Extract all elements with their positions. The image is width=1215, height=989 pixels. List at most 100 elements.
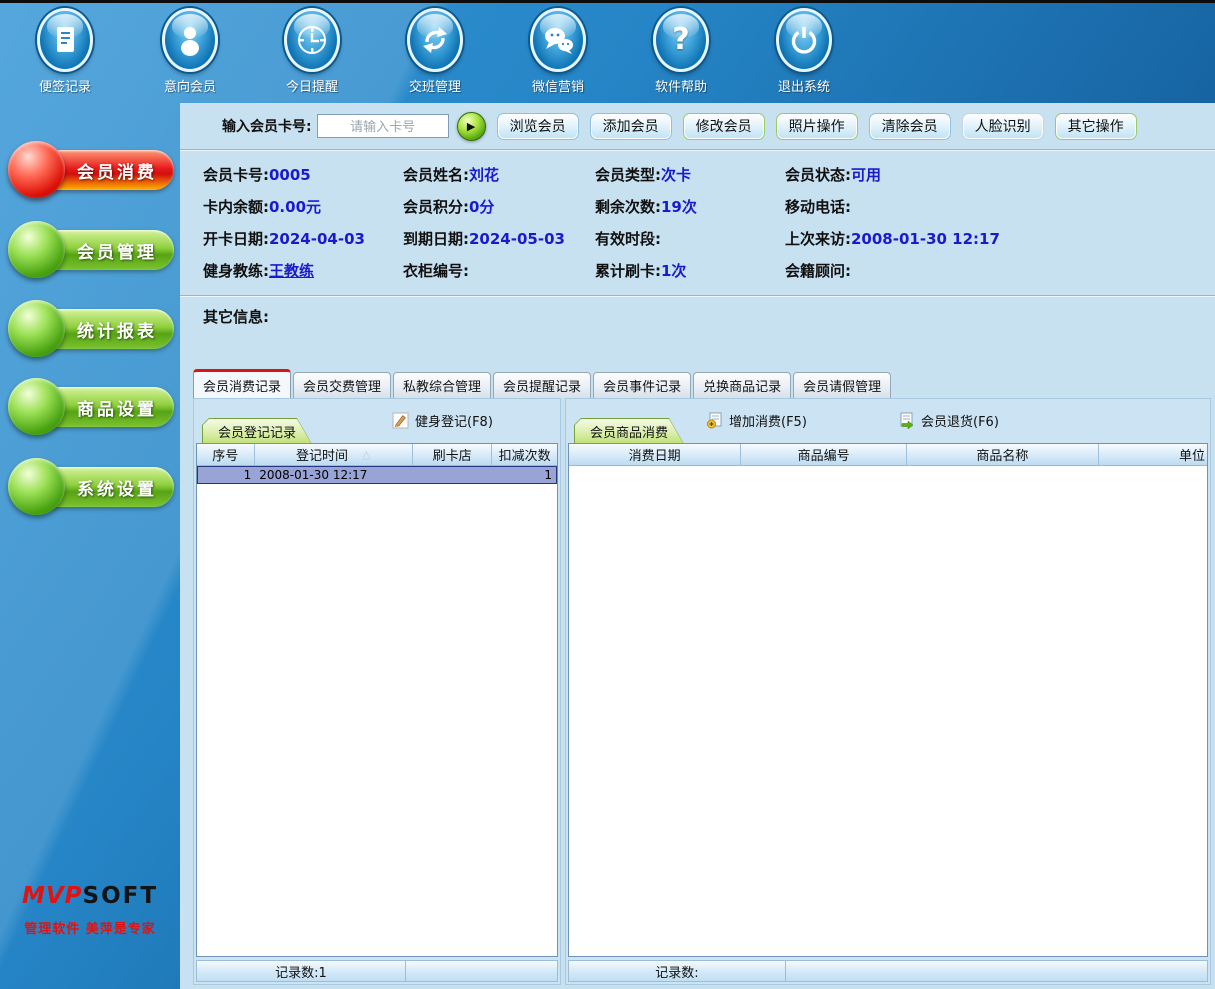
column-header-unit[interactable]: 单位 (1099, 444, 1207, 465)
column-header-deduct-times[interactable]: 扣减次数 (492, 444, 557, 465)
product-consume-tab[interactable]: 会员商品消费 (574, 418, 684, 444)
product-panel-header: 会员商品消费 增加消费(F5) 会员退货(F6) (566, 399, 1210, 443)
topbar-item-wechat-marketing[interactable]: 微信营销 (510, 8, 606, 95)
column-header-product-code[interactable]: 商品编号 (741, 444, 907, 465)
card-number-label: 输入会员卡号: (222, 116, 312, 136)
power-icon (776, 8, 832, 72)
sidebar-item-member-manage[interactable]: 会员管理 (8, 221, 174, 279)
product-status-bar: 记录数: (568, 960, 1208, 982)
sidebar-item-label: 会员消费 (77, 158, 157, 183)
topbar-item-label: 退出系统 (756, 76, 852, 95)
fitness-checkin-button[interactable]: 健身登记(F8) (392, 411, 493, 430)
info-field-membership-consultant: 会籍顾问: (785, 255, 1215, 287)
topbar-item-label: 软件帮助 (633, 76, 729, 95)
topbar-item-software-help[interactable]: ? 软件帮助 (633, 8, 729, 95)
member-info-grid: 会员卡号:0005 会员姓名:刘花 会员类型:次卡 会员状态:可用 卡内余额:0… (180, 159, 1215, 295)
red-ball-icon (8, 141, 65, 198)
add-consume-button[interactable]: 增加消费(F5) (706, 411, 807, 430)
product-consume-panel: 会员商品消费 增加消费(F5) 会员退货(F6) 消费日期 商品编号 (565, 398, 1211, 985)
topbar-item-label: 交班管理 (387, 76, 483, 95)
face-recognition-button[interactable]: 人脸识别 (962, 113, 1044, 140)
sidebar-item-label: 统计报表 (77, 317, 157, 342)
divider (180, 295, 1215, 296)
checkin-table: 序号 登记时间△ 刷卡店 扣减次数 1 2008-01-30 12:17 1 (196, 443, 558, 957)
topbar-item-shift-manage[interactable]: 交班管理 (387, 8, 483, 95)
card-number-input[interactable] (317, 114, 449, 138)
tab-reminder-records[interactable]: 会员提醒记录 (493, 372, 591, 398)
tab-exchange-records[interactable]: 兑换商品记录 (693, 372, 791, 398)
info-field-last-visit: 上次来访:2008-01-30 12:17 (785, 223, 1215, 255)
wechat-icon (530, 8, 586, 72)
topbar-item-exit-system[interactable]: 退出系统 (756, 8, 852, 95)
search-go-button[interactable]: ▶ (457, 112, 486, 141)
sidebar-item-label: 商品设置 (77, 395, 157, 420)
info-field-open-date: 开卡日期:2024-04-03 (203, 223, 403, 255)
sidebar-item-system-settings[interactable]: 系统设置 (8, 458, 174, 516)
column-header-consume-date[interactable]: 消费日期 (569, 444, 741, 465)
checkin-panel-header: 会员登记记录 健身登记(F8) (194, 399, 560, 443)
brand-logo-red: MVP (22, 883, 83, 909)
column-header-store[interactable]: 刷卡店 (413, 444, 492, 465)
column-header-checkin-time[interactable]: 登记时间△ (255, 444, 413, 465)
window-top-border (0, 0, 1215, 3)
topbar-item-label: 意向会员 (142, 76, 238, 95)
photo-ops-button[interactable]: 照片操作 (776, 113, 858, 140)
edit-member-button[interactable]: 修改会员 (683, 113, 765, 140)
add-document-icon (706, 412, 723, 429)
browse-member-button[interactable]: 浏览会员 (497, 113, 579, 140)
info-field-remaining-times: 剩余次数:19次 (595, 191, 785, 223)
info-field-locker-number: 衣柜编号: (403, 255, 595, 287)
column-header-product-name[interactable]: 商品名称 (907, 444, 1098, 465)
status-spacer (786, 961, 1207, 981)
info-field-expire-date: 到期日期:2024-05-03 (403, 223, 595, 255)
product-table-header: 消费日期 商品编号 商品名称 单位 (569, 444, 1207, 466)
green-ball-icon (8, 221, 65, 278)
clear-member-button[interactable]: 清除会员 (869, 113, 951, 140)
sidebar-item-label: 会员管理 (77, 238, 157, 263)
checkin-records-panel: 会员登记记录 健身登记(F8) 序号 登记时间△ 刷卡店 扣减次数 (193, 398, 561, 985)
table-row[interactable]: 1 2008-01-30 12:17 1 (197, 466, 557, 484)
info-field-member-points: 会员积分:0分 (403, 191, 595, 223)
checkin-records-tab[interactable]: 会员登记记录 (202, 418, 312, 444)
main-area: 输入会员卡号: ▶ 浏览会员 添加会员 修改会员 照片操作 清除会员 人脸识别 … (180, 103, 1215, 989)
tab-consume-records[interactable]: 会员消费记录 (193, 369, 291, 398)
info-field-valid-period: 有效时段: (595, 223, 785, 255)
tab-event-records[interactable]: 会员事件记录 (593, 372, 691, 398)
member-return-button[interactable]: 会员退货(F6) (898, 411, 999, 430)
sidebar: 会员消费 会员管理 统计报表 商品设置 系统设置 MVPSOFT 管理软件 美萍… (0, 103, 180, 989)
info-field-member-type: 会员类型:次卡 (595, 159, 785, 191)
topbar: 便签记录 意向会员 今日提醒 交班管理 微信营销 ? (0, 3, 1215, 103)
topbar-item-label: 微信营销 (510, 76, 606, 95)
sidebar-item-member-consume[interactable]: 会员消费 (8, 141, 174, 199)
member-search-row: 输入会员卡号: ▶ 浏览会员 添加会员 修改会员 照片操作 清除会员 人脸识别 … (180, 103, 1215, 150)
sidebar-item-label: 系统设置 (77, 475, 157, 500)
record-count: 记录数:1 (197, 961, 406, 981)
info-field-card-number: 会员卡号:0005 (203, 159, 403, 191)
other-ops-button[interactable]: 其它操作 (1055, 113, 1137, 140)
record-count: 记录数: (569, 961, 786, 981)
checkin-status-bar: 记录数:1 (196, 960, 558, 982)
sidebar-item-product-settings[interactable]: 商品设置 (8, 378, 174, 436)
tab-private-coach-manage[interactable]: 私教综合管理 (393, 372, 491, 398)
product-table-body (569, 466, 1207, 956)
tab-leave-manage[interactable]: 会员请假管理 (793, 372, 891, 398)
column-header-seq[interactable]: 序号 (197, 444, 255, 465)
topbar-item-intent-members[interactable]: 意向会员 (142, 8, 238, 95)
sidebar-item-stats-reports[interactable]: 统计报表 (8, 300, 174, 358)
status-spacer (406, 961, 557, 981)
coach-link[interactable]: 王教练 (269, 262, 314, 280)
green-ball-icon (8, 300, 65, 357)
clock-icon (284, 8, 340, 72)
topbar-item-label: 今日提醒 (264, 76, 360, 95)
shift-refresh-icon (407, 8, 463, 72)
add-member-button[interactable]: 添加会员 (590, 113, 672, 140)
checkin-table-body: 1 2008-01-30 12:17 1 (197, 466, 557, 956)
info-field-card-balance: 卡内余额:0.00元 (203, 191, 403, 223)
topbar-item-note-records[interactable]: 便签记录 (17, 8, 113, 95)
tab-payment-manage[interactable]: 会员交费管理 (293, 372, 391, 398)
green-ball-icon (8, 378, 65, 435)
topbar-item-label: 便签记录 (17, 76, 113, 95)
note-icon (37, 8, 93, 72)
topbar-item-today-reminders[interactable]: 今日提醒 (264, 8, 360, 95)
play-icon: ▶ (467, 120, 475, 133)
